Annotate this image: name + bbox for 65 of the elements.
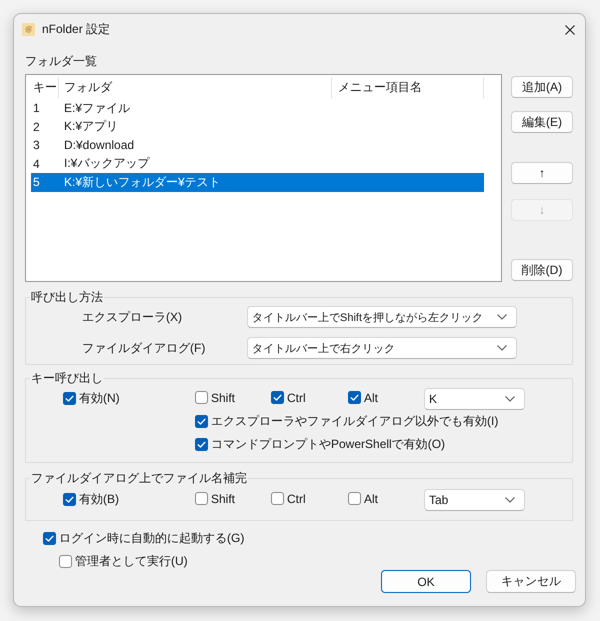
checkbox-label[interactable]: エクスプローラやファイルダイアログ以外でも有効(I) [211, 413, 498, 430]
checkbox[interactable] [195, 438, 208, 451]
checkbox-label[interactable]: Shift [211, 390, 236, 405]
window-title: nFolder 設定 [42, 21, 112, 38]
list-cell-text: 3 [32, 138, 41, 152]
checkbox[interactable] [195, 492, 208, 506]
dropdown[interactable]: タイトルバー上でShiftを押しながら左クリック [247, 306, 517, 328]
checkbox-label[interactable]: Shift [211, 492, 236, 506]
column-header[interactable]: メニュー項目名 [332, 77, 484, 98]
group-title: 呼び出し方法 [30, 289, 104, 305]
checkbox-label[interactable]: 有効(N) [79, 390, 120, 407]
checkbox[interactable] [195, 391, 208, 404]
list-cell-text: 4 [32, 156, 41, 171]
section-label: フォルダ一覧 [25, 53, 97, 69]
checkbox-label[interactable]: Alt [364, 492, 378, 506]
list-cell-text: K:¥新しいフォルダー¥テスト [63, 174, 221, 191]
list-row[interactable]: 4 I:¥バックアップ [31, 154, 484, 173]
checkbox[interactable] [348, 391, 361, 404]
list-cell-text: I:¥バックアップ [63, 155, 150, 172]
spiral-icon [22, 23, 35, 36]
checkbox[interactable] [59, 554, 72, 568]
list-cell-text: 1 [32, 101, 41, 116]
checkbox[interactable] [43, 532, 56, 544]
checkbox[interactable] [63, 392, 76, 405]
list-cell-text: 2 [32, 120, 41, 134]
checkbox-label[interactable]: 有効(B) [79, 491, 119, 508]
list-row[interactable]: 1 E:¥ファイル [31, 99, 484, 118]
column-header[interactable]: フォルダ [59, 77, 332, 98]
dialog-button[interactable]: OK [381, 570, 471, 593]
chevron-icon [505, 396, 515, 402]
list-button[interactable]: 編集(E) [511, 111, 573, 133]
field-label: エクスプローラ(X) [82, 308, 183, 326]
checkbox[interactable] [271, 391, 284, 404]
checkbox-label[interactable]: コマンドプロンプトやPowerShellで有効(O) [211, 436, 446, 453]
list-cell-text: E:¥ファイル [63, 100, 130, 117]
checkbox[interactable] [348, 492, 361, 506]
list-row[interactable]: 2 K:¥アプリ [31, 118, 484, 136]
checkbox-label[interactable]: 管理者として実行(U) [75, 552, 188, 570]
dropdown[interactable]: タイトルバー上で右クリック [247, 337, 517, 359]
list-row[interactable]: 5 K:¥新しいフォルダー¥テスト [31, 173, 484, 192]
close-icon [565, 24, 575, 34]
list-button[interactable]: 削除(D) [511, 259, 573, 281]
column-header[interactable]: キー [26, 77, 59, 98]
chevron-icon [505, 497, 515, 503]
checkbox-label[interactable]: Ctrl [287, 390, 306, 405]
group-title: キー呼び出し [30, 370, 104, 386]
checkbox[interactable] [63, 493, 76, 506]
checkbox[interactable] [271, 492, 284, 506]
checkbox-label[interactable]: Alt [364, 390, 378, 405]
list-row[interactable]: 3 D:¥download [31, 136, 484, 154]
list-cell-text: 5 [32, 175, 41, 190]
dropdown[interactable]: K [424, 388, 525, 410]
dialog-button[interactable]: キャンセル [486, 570, 576, 593]
checkbox-label[interactable]: ログイン時に自動的に起動する(G) [59, 530, 244, 546]
chevron-icon [497, 345, 507, 351]
group-title: ファイルダイアログ上でファイル名補完 [30, 470, 248, 486]
checkbox-label[interactable]: Ctrl [287, 492, 306, 506]
list-button[interactable]: 追加(A) [511, 76, 573, 98]
field-label: ファイルダイアログ(F) [82, 340, 206, 356]
list-cell-text: K:¥アプリ [63, 118, 118, 136]
chevron-icon [497, 314, 507, 320]
dropdown[interactable]: Tab [424, 489, 525, 511]
checkbox[interactable] [195, 415, 208, 428]
list-cell-text: D:¥download [63, 138, 134, 152]
list-button[interactable]: ↑ [511, 162, 573, 184]
